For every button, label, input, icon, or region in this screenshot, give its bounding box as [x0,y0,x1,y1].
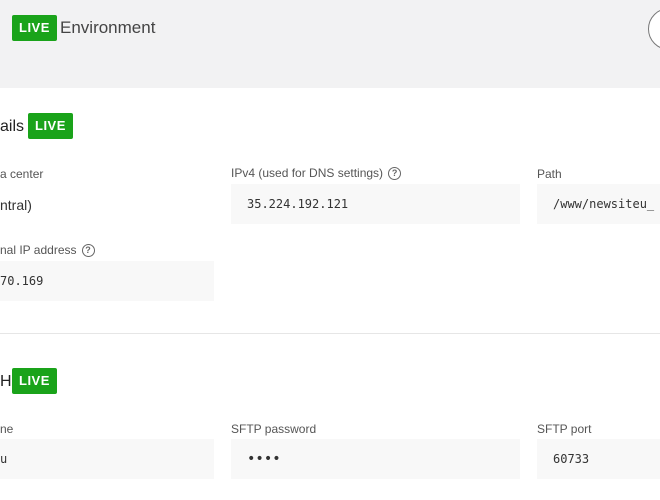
header-action-button[interactable] [648,8,660,50]
section-divider [0,333,660,334]
environment-title: Environment [60,18,156,37]
data-center-value: ntral) [0,197,32,213]
path-label: Path [537,167,562,181]
live-badge: LIVE [12,15,57,41]
sftp-live-badge: LIVE [12,368,57,394]
sftp-username-field[interactable]: u [0,439,214,479]
details-live-badge: LIVE [28,113,73,139]
help-circle-icon[interactable]: ? [81,243,95,257]
sftp-username-label: ne [0,422,14,436]
ipv4-field[interactable]: 35.224.192.121 [231,184,520,224]
sftp-port-label: SFTP port [537,422,592,436]
sftp-port-field[interactable]: 60733 [537,439,660,479]
external-ip-field[interactable]: 70.169 [0,261,214,301]
ipv4-label: IPv4 (used for DNS settings) ? [231,166,402,180]
external-ip-label: nal IP address ? [0,243,95,257]
sftp-password-field[interactable]: •••• [231,439,520,479]
help-circle-icon[interactable]: ? [388,166,402,180]
sftp-password-label: SFTP password [231,422,317,436]
sftp-section-title: H [0,373,12,390]
environment-header: LIVE Environment [0,0,660,88]
data-center-label: a center [0,167,44,181]
path-field[interactable]: /www/newsiteu_ [537,184,660,224]
details-section-title: ails [0,118,25,135]
